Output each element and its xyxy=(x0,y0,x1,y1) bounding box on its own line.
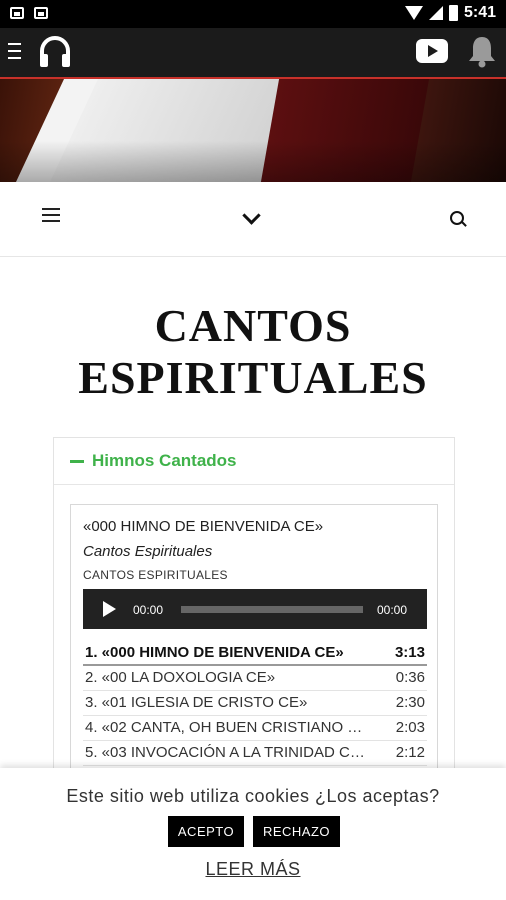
header-banner-image xyxy=(0,79,506,182)
track-duration: 3:13 xyxy=(394,644,425,661)
audio-player: 00:00 00:00 xyxy=(83,589,427,629)
clock: 5:41 xyxy=(463,4,496,21)
current-track-artist: CANTOS ESPIRITUALES xyxy=(83,568,228,580)
track-duration: 0:36 xyxy=(395,669,425,686)
status-bar: 5:41 xyxy=(0,0,506,28)
menu-icon[interactable] xyxy=(8,43,21,59)
site-navigation xyxy=(0,182,506,257)
seek-bar[interactable] xyxy=(181,606,363,613)
chevron-down-icon[interactable] xyxy=(242,206,261,225)
track-item[interactable]: 5. «03 INVOCACIÓN A LA TRINIDAD CE» 2:12 xyxy=(83,741,427,766)
accordion-header[interactable]: Himnos Cantados xyxy=(54,438,454,485)
app-bar xyxy=(0,28,506,77)
youtube-icon[interactable] xyxy=(416,39,448,63)
track-duration: 2:30 xyxy=(395,694,425,711)
bell-icon[interactable] xyxy=(466,34,498,68)
current-time: 00:00 xyxy=(133,603,164,617)
track-title: 2. «00 LA DOXOLOGIA CE» xyxy=(85,669,276,686)
battery-icon xyxy=(448,5,458,21)
image-notification-icon xyxy=(34,7,48,19)
track-item[interactable]: 3. «01 IGLESIA DE CRISTO CE» 2:30 xyxy=(83,691,427,716)
cookie-consent-bar: Este sitio web utiliza cookies ¿Los acep… xyxy=(0,768,506,900)
track-title: 5. «03 INVOCACIÓN A LA TRINIDAD CE» xyxy=(85,744,365,761)
hamburger-icon[interactable] xyxy=(42,208,60,222)
accept-cookies-button[interactable]: ACEPTO xyxy=(168,816,244,847)
track-title: 4. «02 CANTA, OH BUEN CRISTIANO CE» xyxy=(85,719,365,736)
track-item[interactable]: 2. «00 LA DOXOLOGIA CE» 0:36 xyxy=(83,666,427,691)
headphones-icon[interactable] xyxy=(37,34,73,70)
notification-icons xyxy=(10,7,48,19)
search-icon[interactable] xyxy=(450,211,464,225)
accordion-title: Himnos Cantados xyxy=(92,451,237,470)
wifi-icon xyxy=(404,6,423,20)
system-icons: 5:41 xyxy=(404,4,496,22)
total-time: 00:00 xyxy=(377,603,408,617)
audio-playlist: «000 HIMNO DE BIENVENIDA CE» Cantos Espi… xyxy=(70,504,438,804)
read-more-link[interactable]: LEER MÁS xyxy=(0,859,506,880)
current-track-title: «000 HIMNO DE BIENVENIDA CE» xyxy=(83,518,324,535)
reject-cookies-button[interactable]: RECHAZO xyxy=(253,816,340,847)
current-track-album: Cantos Espirituales xyxy=(83,543,213,560)
signal-icon xyxy=(428,6,443,20)
cookie-message: Este sitio web utiliza cookies ¿Los acep… xyxy=(66,786,440,806)
track-title: 3. «01 IGLESIA DE CRISTO CE» xyxy=(85,694,308,711)
image-notification-icon xyxy=(10,7,24,19)
page-title: CANTOS ESPIRITUALES xyxy=(78,300,428,403)
track-duration: 2:03 xyxy=(395,719,425,736)
track-item[interactable]: 1. «000 HIMNO DE BIENVENIDA CE» 3:13 xyxy=(83,641,427,666)
track-item[interactable]: 4. «02 CANTA, OH BUEN CRISTIANO CE» 2:03 xyxy=(83,716,427,741)
minus-icon xyxy=(70,460,84,463)
play-icon[interactable] xyxy=(103,601,116,617)
track-duration: 2:12 xyxy=(395,744,425,761)
track-title: 1. «000 HIMNO DE BIENVENIDA CE» xyxy=(85,644,344,661)
accordion-panel: Himnos Cantados «000 HIMNO DE BIENVENIDA… xyxy=(53,437,455,804)
track-list: 1. «000 HIMNO DE BIENVENIDA CE» 3:13 2. … xyxy=(83,641,427,766)
